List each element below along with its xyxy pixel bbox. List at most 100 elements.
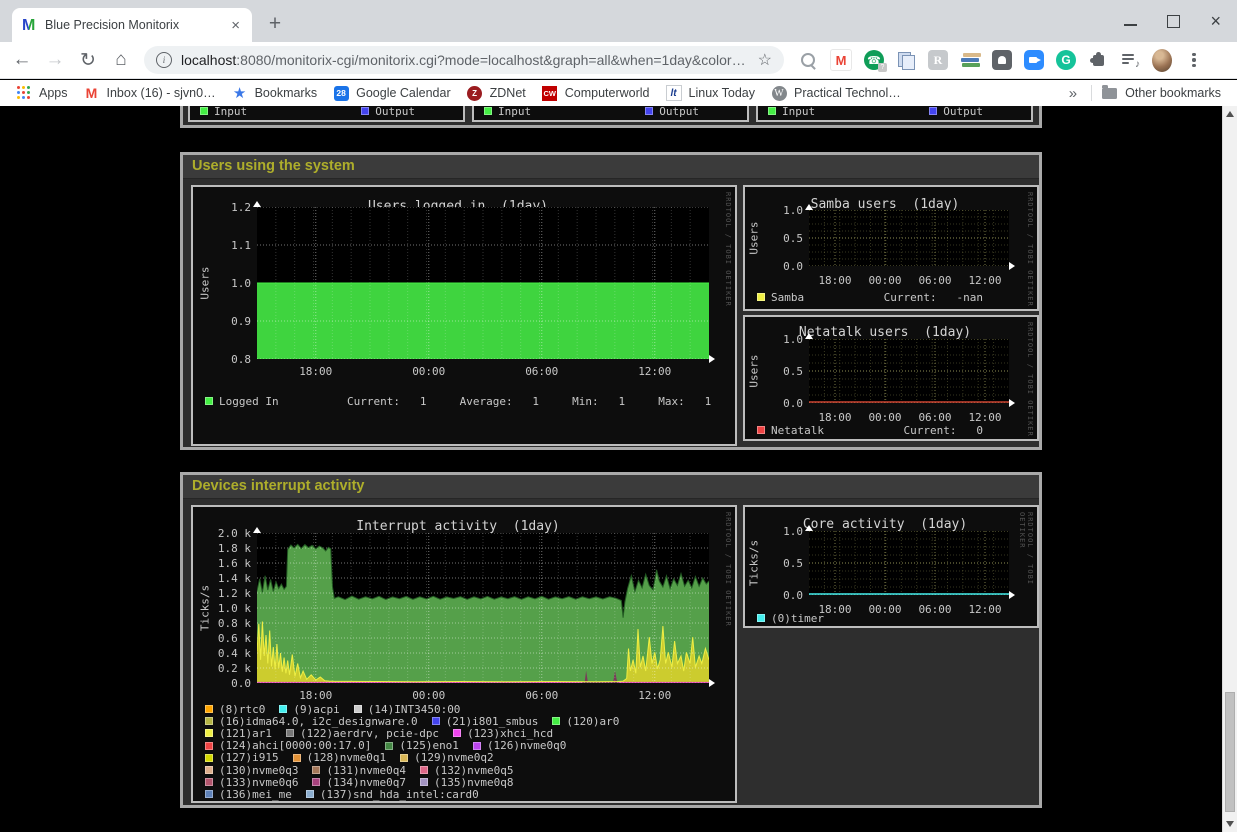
scrollbar[interactable]	[1222, 106, 1237, 832]
minimize-icon[interactable]	[1124, 24, 1137, 26]
y-tick-label: 1.2 k	[205, 587, 251, 600]
browser-toolbar: ← → ↻ ⌂ i localhost:8080/monitorix-cgi/m…	[0, 42, 1237, 79]
bookmark-zdnet[interactable]: ZZDNet	[467, 85, 526, 101]
graph-panel-partial[interactable]: Input Output	[472, 106, 749, 122]
legend-item: (133)nvme0q6	[205, 776, 298, 789]
y-tick-label: 0.0	[757, 260, 803, 273]
new-tab-button[interactable]: +	[262, 11, 288, 37]
avatar[interactable]	[1152, 50, 1172, 70]
y-tick-label: 1.8 k	[205, 542, 251, 555]
x-tick-label: 06:00	[525, 365, 558, 378]
google-calendar-icon: 28	[333, 85, 349, 101]
legend-item: (129)nvme0q2	[400, 751, 493, 764]
graph-panel-core-activity[interactable]: Core activity (1day) Ticks/s RRDTOOL / T…	[743, 505, 1039, 628]
window-close-icon[interactable]: ×	[1210, 14, 1221, 28]
bookmark-google-calendar[interactable]: 28Google Calendar	[333, 85, 451, 101]
graph-panel-partial[interactable]: Input Output	[188, 106, 465, 122]
y-tick-label: 0.4 k	[205, 647, 251, 660]
bookmark-inbox[interactable]: MInbox (16) - sjvn0…	[84, 85, 216, 101]
legend-item: (123)xhci_hcd	[453, 727, 553, 740]
axis-arrow-up-icon	[805, 333, 813, 339]
keep-icon[interactable]	[992, 50, 1012, 70]
plot-area	[257, 533, 709, 683]
extension-icons: M ☎ R G	[798, 49, 1204, 71]
legend-item: (130)nvme0q3	[205, 764, 298, 777]
legend-swatch	[432, 717, 440, 725]
bookmark-star-icon[interactable]: ☆	[758, 50, 772, 70]
search-icon[interactable]	[798, 50, 818, 70]
legend-row: Logged InCurrent: 1 Average: 1 Min: 1 Ma…	[205, 395, 727, 407]
bookmark-computerworld[interactable]: CWComputerworld	[542, 85, 650, 101]
reload-icon[interactable]: ↻	[77, 49, 99, 72]
chart-title: Interrupt activity (1day)	[193, 519, 723, 534]
legend-item: (124)ahci[0000:00:17.0]	[205, 739, 371, 752]
graph-panel-netatalk-users[interactable]: Netatalk users (1day) Users RRDTOOL / TO…	[743, 315, 1039, 441]
axis-arrow-right-icon	[1009, 591, 1015, 599]
bookmark-practical-technology[interactable]: WPractical Technol…	[771, 85, 901, 101]
legend-item: (137)snd_hda_intel:card0	[306, 788, 479, 801]
forward-icon[interactable]: →	[44, 49, 66, 71]
gmail-icon[interactable]: M	[830, 49, 852, 71]
back-icon[interactable]: ←	[11, 49, 33, 71]
legend-swatch	[757, 614, 765, 622]
tab-close-icon[interactable]: ×	[229, 16, 242, 35]
site-info-icon[interactable]: i	[156, 52, 172, 68]
monitorix-favicon: M M	[22, 17, 37, 34]
y-tick-label: 0.5	[757, 365, 803, 378]
x-tick-label: 18:00	[299, 365, 332, 378]
legend-item: (126)nvme0q0	[473, 739, 566, 752]
legend-swatch	[205, 778, 213, 786]
legend-row: (0)timer	[757, 612, 1029, 624]
legend-row: (121)ar1(122)aerdrv, pcie-dpc(123)xhci_h…	[205, 727, 727, 739]
apps-grid-icon	[16, 85, 32, 101]
axis-arrow-right-icon	[709, 355, 715, 363]
axis-arrow-right-icon	[709, 679, 715, 687]
url-text[interactable]: localhost:8080/monitorix-cgi/monitorix.c…	[181, 52, 750, 68]
legend-row: (127)i915(128)nvme0q1(129)nvme0q2	[205, 752, 727, 764]
legend-swatch	[205, 790, 213, 798]
menu-icon[interactable]	[1184, 50, 1204, 70]
bookmarks-separator	[1091, 85, 1092, 101]
copy-icon[interactable]	[896, 50, 916, 70]
zoom-icon[interactable]	[1024, 50, 1044, 70]
graph-panel-users-logged-in[interactable]: Users logged in (1day) Users RRDTOOL / T…	[191, 185, 737, 446]
grammarly-icon[interactable]: G	[1056, 50, 1076, 70]
x-tick-label: 18:00	[818, 274, 851, 287]
graph-panel-interrupt-activity[interactable]: Interrupt activity (1day) Ticks/s RRDTOO…	[191, 505, 737, 803]
rrdtool-watermark: RRDTOOL / TOBI OETIKER	[1026, 192, 1034, 307]
graph-panel-partial[interactable]: Input Output	[756, 106, 1033, 122]
rrdtool-watermark: RRDTOOL / TOBI OETIKER	[1026, 322, 1034, 437]
scroll-down-icon[interactable]	[1226, 821, 1234, 827]
books-icon[interactable]	[960, 50, 980, 70]
home-icon[interactable]: ⌂	[110, 49, 132, 71]
voice-icon[interactable]: ☎	[864, 50, 884, 70]
legend-item: (136)mei_me	[205, 788, 292, 801]
monitorix-page: Input Output Input Output Input Output U…	[0, 106, 1237, 832]
graph-panel-samba-users[interactable]: Samba users (1day) Users RRDTOOL / TOBI …	[743, 185, 1039, 311]
legend-swatch	[205, 397, 213, 405]
bookmark-bookmarks[interactable]: ★Bookmarks	[232, 85, 318, 101]
scrollbar-thumb[interactable]	[1225, 692, 1235, 812]
browser-tab[interactable]: M M Blue Precision Monitorix ×	[12, 8, 252, 42]
bookmarks-overflow-chevron[interactable]: »	[1069, 85, 1077, 102]
bookmark-linux-today[interactable]: ltLinux Today	[666, 85, 756, 101]
y-tick-label: 0.0	[205, 677, 251, 690]
legend-item: (121)ar1	[205, 727, 272, 740]
y-tick-label: 1.0	[757, 204, 803, 217]
gmail-icon: M	[84, 85, 100, 101]
section-interrupts: Devices interrupt activity Interrupt act…	[180, 472, 1042, 808]
maximize-icon[interactable]	[1167, 15, 1180, 28]
playlist-icon[interactable]	[1120, 50, 1140, 70]
legend-current-value: Current: 0	[904, 424, 983, 437]
puzzle-icon[interactable]	[1088, 50, 1108, 70]
axis-arrow-up-icon	[805, 204, 813, 210]
tab-strip: M M Blue Precision Monitorix × + ×	[0, 0, 1237, 42]
legend-swatch	[312, 778, 320, 786]
y-tick-label: 1.0	[757, 333, 803, 346]
address-bar[interactable]: i localhost:8080/monitorix-cgi/monitorix…	[144, 46, 784, 74]
x-tick-label: 12:00	[638, 689, 671, 702]
r-icon[interactable]: R	[928, 50, 948, 70]
bookmark-apps[interactable]: Apps	[16, 85, 68, 101]
scroll-up-icon[interactable]	[1226, 111, 1234, 117]
other-bookmarks[interactable]: Other bookmarks	[1102, 86, 1221, 100]
